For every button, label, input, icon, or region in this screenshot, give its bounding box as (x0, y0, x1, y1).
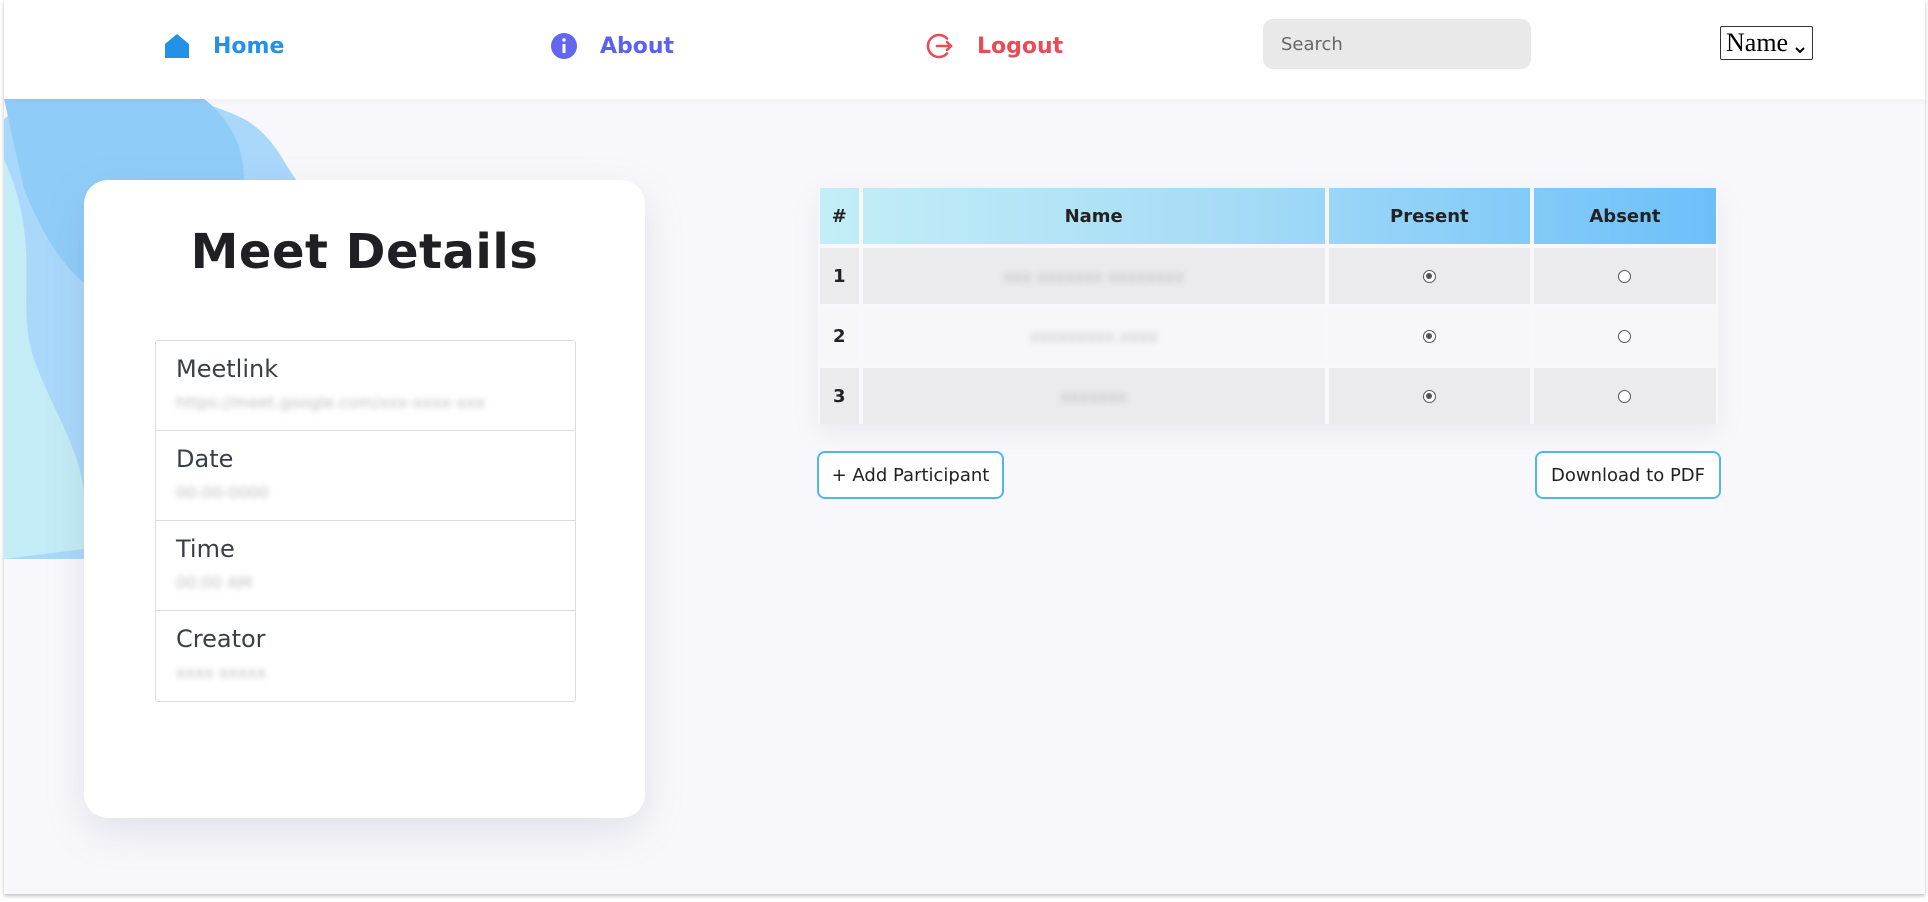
table-row: 2 xxxxxxxxx xxxx (820, 308, 1716, 364)
home-icon (162, 31, 192, 61)
present-cell (1328, 368, 1530, 424)
sort-select[interactable]: Name (1720, 26, 1813, 60)
logout-icon (926, 31, 956, 61)
present-cell (1328, 308, 1530, 364)
table-header-row: # Name Present Absent (820, 188, 1716, 244)
detail-value: xxxx xxxxx (176, 663, 267, 682)
column-header-name: Name (1064, 205, 1123, 227)
detail-meetlink: Meetlink https://meet.google.com/xxx-xxx… (156, 341, 575, 431)
chevron-down-icon (1793, 34, 1807, 64)
row-number: 1 (820, 248, 859, 304)
table-row: 1 xxx xxxxxxx xxxxxxxx (820, 248, 1716, 304)
absent-radio[interactable] (1618, 270, 1632, 283)
column-header-present: Present (1390, 205, 1469, 227)
nav-logout-link[interactable]: Logout (926, 26, 1063, 66)
column-header-absent: Absent (1589, 205, 1661, 227)
column-header-number: # (831, 205, 847, 227)
details-list: Meetlink https://meet.google.com/xxx-xxx… (155, 340, 576, 702)
detail-label: Meetlink (176, 355, 279, 383)
nav-home-label: Home (213, 33, 285, 59)
present-radio[interactable] (1422, 330, 1436, 343)
attendance-table-wrap: # Name Present Absent 1 xxx xxxxxxx xxxx… (818, 188, 1718, 424)
participant-name: xxxxxxx (1060, 386, 1127, 406)
participant-name: xxxxxxxxx xxxx (1029, 326, 1158, 346)
absent-radio[interactable] (1618, 390, 1632, 403)
detail-value: 00-00-0000 (176, 483, 269, 502)
absent-cell (1533, 308, 1716, 364)
nav-about-link[interactable]: About (549, 26, 674, 66)
detail-label: Creator (176, 625, 266, 653)
detail-value: 00:00 AM (176, 573, 252, 592)
meet-details-title: Meet Details (190, 224, 539, 280)
present-radio[interactable] (1422, 270, 1436, 283)
row-name: xxxxxxxxx xxxx (862, 308, 1325, 364)
navbar: Home About Logout Name (4, 0, 1925, 99)
nav-logout-label: Logout (977, 33, 1064, 59)
detail-date: Date 00-00-0000 (156, 431, 575, 521)
info-icon (549, 31, 579, 61)
detail-creator: Creator xxxx xxxxx (156, 611, 575, 701)
row-number: 2 (820, 308, 859, 364)
page-frame: Home About Logout Name (4, 0, 1925, 894)
table-row: 3 xxxxxxx (820, 368, 1716, 424)
search-input[interactable] (1263, 19, 1531, 69)
sort-select-value: Name (1726, 28, 1789, 57)
detail-time: Time 00:00 AM (156, 521, 575, 611)
detail-label: Time (176, 535, 235, 563)
present-radio[interactable] (1422, 390, 1436, 403)
absent-cell (1533, 248, 1716, 304)
attendance-table: # Name Present Absent 1 xxx xxxxxxx xxxx… (816, 184, 1720, 428)
absent-cell (1533, 368, 1716, 424)
add-participant-button[interactable]: + Add Participant (817, 451, 1004, 499)
row-name: xxxxxxx (862, 368, 1325, 424)
nav-about-label: About (600, 33, 675, 59)
nav-home-link[interactable]: Home (162, 26, 284, 66)
row-name: xxx xxxxxxx xxxxxxxx (862, 248, 1325, 304)
download-pdf-button[interactable]: Download to PDF (1535, 451, 1721, 499)
row-number: 3 (820, 368, 859, 424)
meet-details-card: Meet Details Meetlink https://meet.googl… (84, 180, 645, 818)
present-cell (1328, 248, 1530, 304)
absent-radio[interactable] (1618, 330, 1632, 343)
detail-value[interactable]: https://meet.google.com/xxx-xxxx-xxx (176, 393, 485, 412)
participant-name: xxx xxxxxxx xxxxxxxx (1003, 266, 1184, 286)
detail-label: Date (176, 445, 234, 473)
